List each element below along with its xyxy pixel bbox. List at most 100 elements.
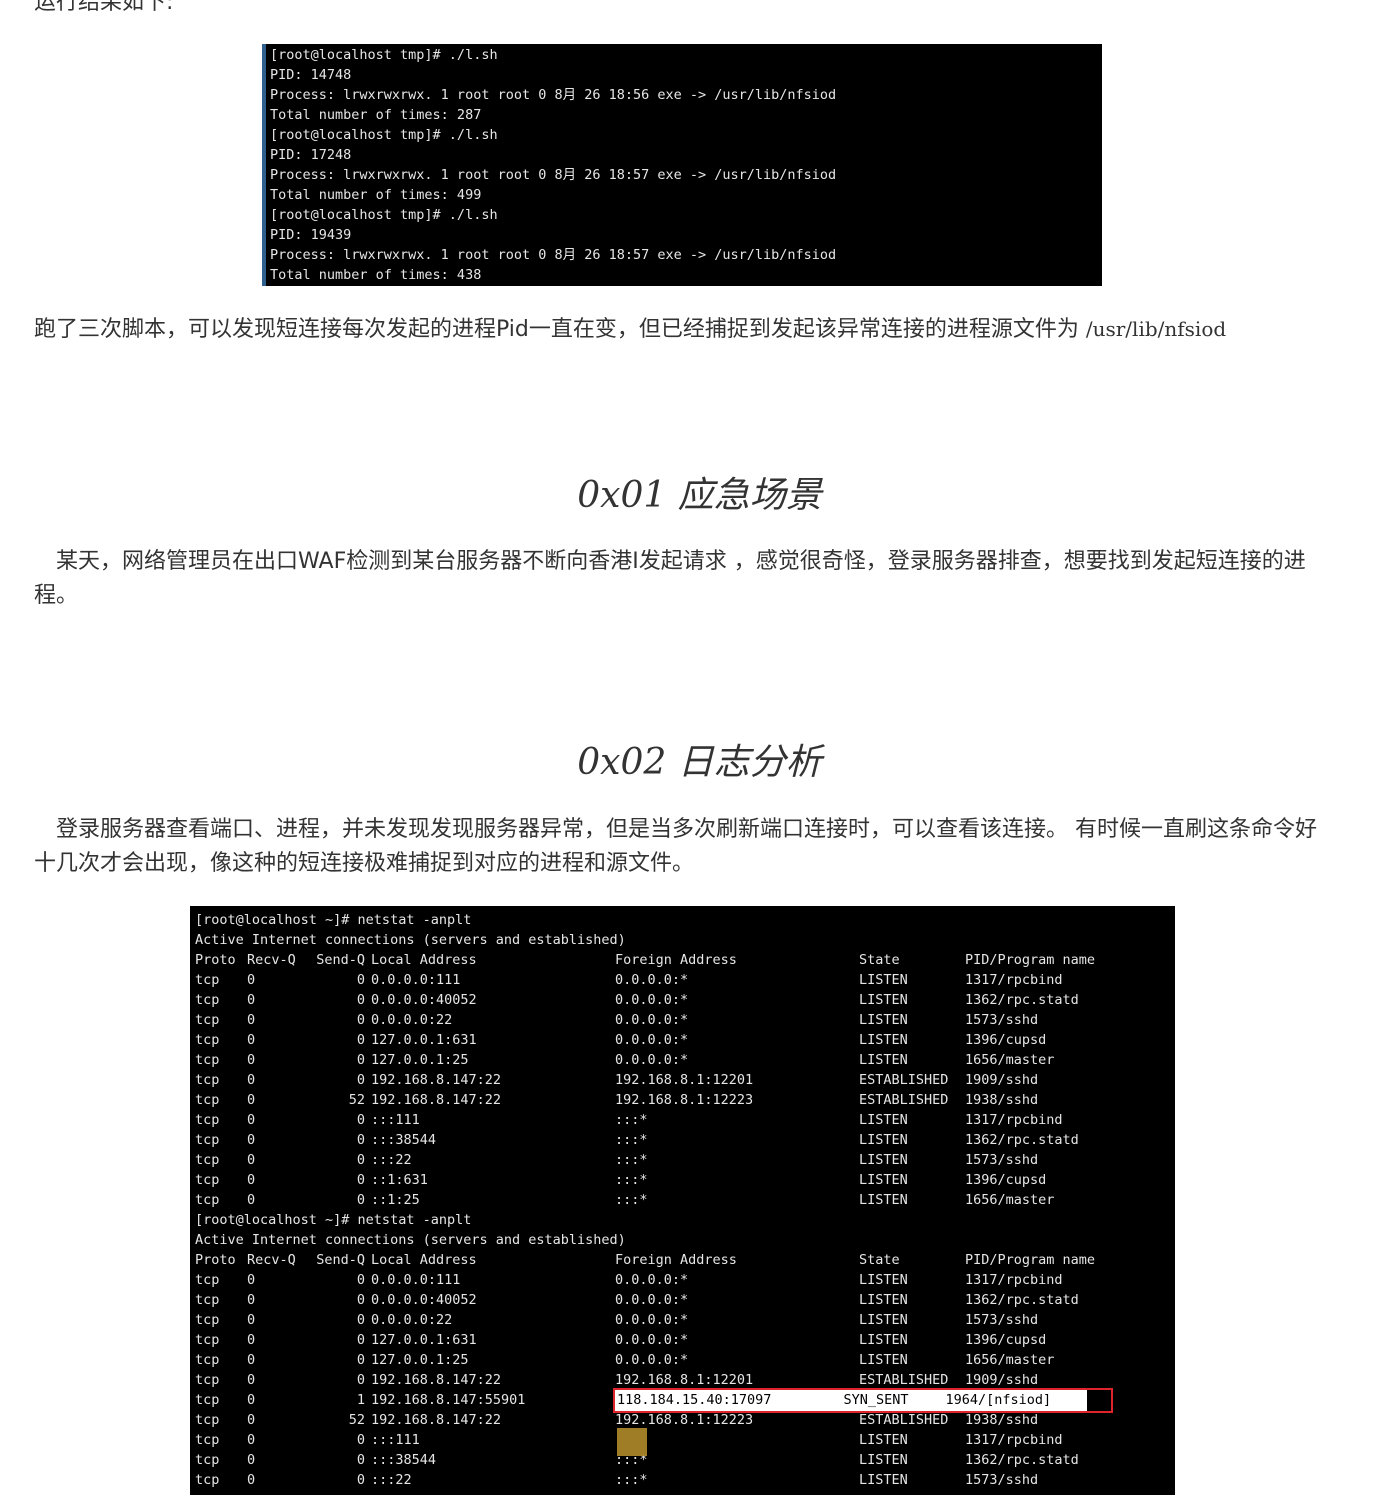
netstat-cell: 0.0.0.0:*: [615, 972, 689, 988]
netstat-cell: 1: [356, 1392, 365, 1408]
netstat-cell: LISTEN: [859, 1132, 908, 1148]
netstat-cell: tcp: [195, 1372, 220, 1388]
netstat-cell: 0: [356, 992, 365, 1008]
netstat-cell: :::*: [615, 1172, 648, 1188]
netstat-row: tcp 0 0 127.0.0.1:25 0.0.0.0:* LISTEN 1656/mas…: [195, 1050, 1165, 1070]
netstat-cell: tcp: [195, 1432, 220, 1448]
netstat-cell: LISTEN: [859, 1152, 908, 1168]
netstat-cell: LISTEN: [859, 1312, 908, 1328]
netstat-cell: ::1:25: [371, 1192, 420, 1208]
netstat-cell: 0: [356, 1012, 365, 1028]
netstat-cell: 1909/sshd: [965, 1072, 1039, 1088]
netstat-cell: 0: [356, 1352, 365, 1368]
section2-heading: 0x02 日志分析: [577, 742, 822, 783]
netstat-header-cell: Foreign Address: [615, 952, 737, 968]
netstat-cell: 0.0.0.0:*: [615, 992, 689, 1008]
terminal-title: Active Internet connections (servers and…: [195, 1232, 626, 1248]
netstat-cell: 1362/rpc.statd: [965, 1292, 1079, 1308]
netstat-cell: 1362/rpc.statd: [965, 992, 1079, 1008]
netstat-cell: tcp: [195, 992, 220, 1008]
netstat-row: tcp 0 0:::22:::* LISTEN 1573/sshd: [195, 1470, 1165, 1490]
terminal-line: Process: lrwxrwxrwx. 1 root root 0 8月 26…: [270, 87, 837, 103]
netstat-cell: 192.168.8.147:22: [371, 1092, 502, 1108]
netstat-cell: 0.0.0.0:111: [371, 972, 461, 988]
netstat-cell: LISTEN: [859, 972, 908, 988]
netstat-cell: 1573/sshd: [965, 1312, 1039, 1328]
netstat-cell: LISTEN: [859, 1112, 908, 1128]
netstat-cell: 1573/sshd: [965, 1012, 1039, 1028]
netstat-header-cell: Send-Q: [316, 952, 365, 968]
netstat-cell: :::*: [615, 1452, 648, 1468]
netstat-cell: LISTEN: [859, 1272, 908, 1288]
netstat-cell: :::*: [615, 1112, 648, 1128]
netstat-cell: 0: [247, 1352, 256, 1368]
netstat-cell: LISTEN: [859, 992, 908, 1008]
netstat-cell: tcp: [195, 1392, 220, 1408]
netstat-cell: tcp: [195, 1292, 220, 1308]
netstat-cell: 1909/sshd: [965, 1372, 1039, 1388]
terminal-line: Total number of times: 438: [270, 267, 482, 283]
netstat-cell: 0: [247, 992, 256, 1008]
netstat-cell: 0: [247, 1192, 256, 1208]
netstat-cell: :::111: [371, 1432, 420, 1448]
netstat-cell: 0.0.0.0:*: [615, 1032, 689, 1048]
netstat-row: tcp 0 0 192.168.8.147:22 192.168.8.1:12201 ES…: [195, 1370, 1165, 1390]
netstat-cell: 52: [348, 1092, 365, 1108]
netstat-cell: :::111: [371, 1112, 420, 1128]
netstat-cell: 0: [247, 1012, 256, 1028]
netstat-cell: 0.0.0.0:*: [615, 1292, 689, 1308]
netstat-cell: tcp: [195, 1092, 220, 1108]
terminal-prompt: [root@localhost ~]# netstat -anplt: [195, 1212, 472, 1228]
netstat-cell: tcp: [195, 1052, 220, 1068]
netstat-cell: 0: [247, 1412, 256, 1428]
netstat-cell: tcp: [195, 1472, 220, 1488]
netstat-cell: 0: [247, 1332, 256, 1348]
netstat-cell: :::*: [615, 1472, 648, 1488]
netstat-header-row: Proto Recv-Q Send-Q Local Address Foreign Ad…: [195, 950, 1165, 970]
netstat-cell: LISTEN: [859, 1452, 908, 1468]
netstat-cell: 0: [247, 1292, 256, 1308]
netstat-cell: 192.168.8.147:22: [371, 1372, 502, 1388]
netstat-cell: LISTEN: [859, 1432, 908, 1448]
netstat-cell: 0.0.0.0:*: [615, 1272, 689, 1288]
netstat-row: tcp 0 0 127.0.0.1:631 0.0.0.0:* LISTEN 1396/cu…: [195, 1330, 1165, 1350]
section1-heading: 0x01 应急场景: [577, 475, 822, 516]
terminal-line: [root@localhost tmp]# ./l.sh: [270, 47, 498, 63]
netstat-cell: ESTABLISHED: [859, 1072, 949, 1088]
netstat-row: tcp 0 0 192.168.8.147:22 192.168.8.1:12201 ES…: [195, 1070, 1165, 1090]
terminal-prompt: [root@localhost ~]# netstat -anplt: [195, 912, 472, 928]
netstat-cell: 0.0.0.0:*: [615, 1352, 689, 1368]
netstat-cell: 0: [356, 1432, 365, 1448]
netstat-cell: 1362/rpc.statd: [965, 1132, 1079, 1148]
terminal-line: PID: 19439: [270, 227, 352, 243]
netstat-cell: 1317/rpcbind: [965, 972, 1063, 988]
netstat-cell: 0: [356, 1292, 365, 1308]
terminal-line: PID: 17248: [270, 147, 352, 163]
netstat-cell: 0: [356, 1132, 365, 1148]
netstat-cell: tcp: [195, 1272, 220, 1288]
netstat-cell: LISTEN: [859, 1352, 908, 1368]
netstat-cell: tcp: [195, 1312, 220, 1328]
summary-paragraph: 跑了三次脚本，可以发现短连接每次发起的进程Pid一直在变，但已经捕捉到发起该异常…: [34, 312, 1334, 347]
netstat-row: tcp 0 0:::22:::* LISTEN 1573/sshd: [195, 1150, 1165, 1170]
netstat-cell: 127.0.0.1:631: [371, 1332, 477, 1348]
netstat-cell: 0.0.0.0:*: [615, 1332, 689, 1348]
netstat-cell: LISTEN: [859, 1032, 908, 1048]
netstat-cell: :::22: [371, 1472, 412, 1488]
netstat-cell: 127.0.0.1:631: [371, 1032, 477, 1048]
netstat-cell: :::*: [615, 1192, 648, 1208]
netstat-cell: 1362/rpc.statd: [965, 1452, 1079, 1468]
netstat-cell: 0: [356, 1052, 365, 1068]
netstat-cell: 0: [247, 1072, 256, 1088]
netstat-cell: 0.0.0.0:22: [371, 1012, 453, 1028]
netstat-cell: 1656/master: [965, 1192, 1055, 1208]
netstat-cell: 192.168.8.147:22: [371, 1072, 502, 1088]
netstat-table: Proto Recv-Q Send-Q Local Address Foreign Ad…: [195, 950, 1165, 1210]
netstat-cell: 0: [247, 1132, 256, 1148]
netstat-cell: LISTEN: [859, 1012, 908, 1028]
netstat-table: Proto Recv-Q Send-Q Local Address Foreign Ad…: [195, 1250, 1165, 1490]
netstat-cell: 1573/sshd: [965, 1152, 1039, 1168]
netstat-row: tcp 0 0:::38544:::* LISTEN 1362/rpc.statd: [195, 1450, 1165, 1470]
netstat-cell: ESTABLISHED: [859, 1092, 949, 1108]
netstat-cell: 127.0.0.1:25: [371, 1352, 469, 1368]
